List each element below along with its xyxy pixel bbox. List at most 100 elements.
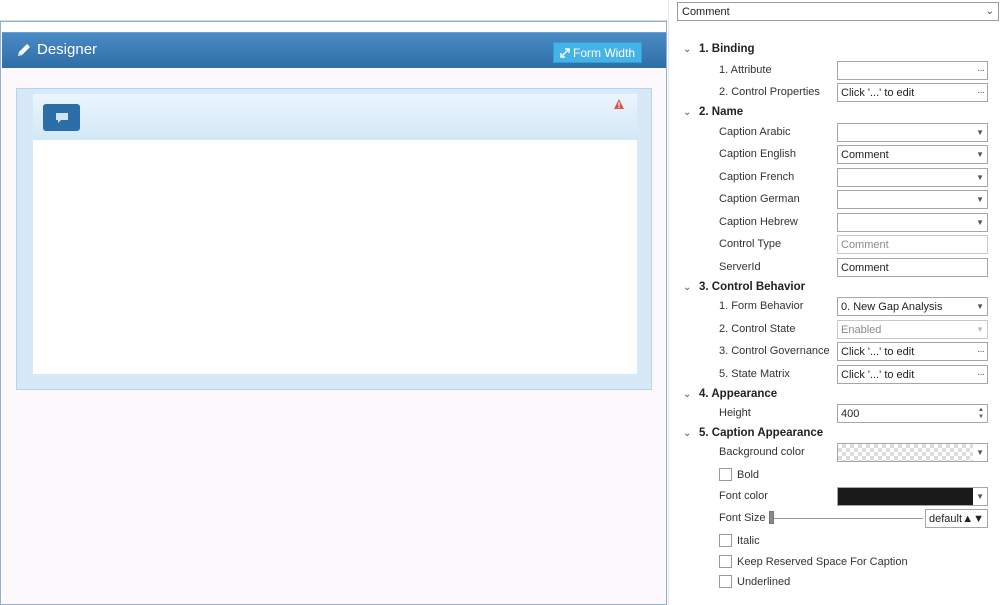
italic-option[interactable]: Italic [719,534,760,547]
form-behavior-field[interactable]: 0. New Gap Analysis ▼ [837,297,988,316]
designer-title: Designer [16,41,97,58]
dropdown-arrow-icon: ▼ [976,448,984,457]
reserved-space-option[interactable]: Keep Reserved Space For Caption [719,555,908,568]
collapse-caret-icon: ⌄ [683,388,692,400]
spinner-icon[interactable]: ▲▼ [962,513,984,525]
height-field[interactable]: 400 ▲ ▼ [837,404,988,423]
field-value: Enabled [841,323,882,336]
collapse-caret-icon: ⌄ [683,106,692,118]
underlined-checkbox[interactable] [719,575,732,588]
prop-label: 1. Form Behavior [719,300,804,312]
prop-label: 2. Control State [719,323,796,335]
form-width-button[interactable]: Form Width [552,42,642,63]
underlined-label: Underlined [737,575,791,588]
prop-control-governance: 3. Control Governance Click '...' to edi… [719,342,989,361]
control-properties-field[interactable]: Click '...' to edit ··· [837,83,988,102]
pencil-ruler-icon [18,43,30,56]
dropdown-arrow-icon: ▼ [976,492,984,501]
state-matrix-field[interactable]: Click '...' to edit ··· [837,365,988,384]
prop-server-id: ServerId Comment [719,258,989,277]
collapse-caret-icon: ⌄ [683,281,692,293]
comment-control[interactable] [16,88,652,390]
bold-option[interactable]: Bold [719,468,759,481]
field-value: Comment [841,148,889,161]
underlined-option[interactable]: Underlined [719,575,790,588]
prop-label: 5. State Matrix [719,368,790,380]
attribute-field[interactable]: ··· [837,61,988,80]
prop-label: Caption English [719,148,797,160]
italic-label: Italic [737,534,760,547]
prop-background-color: Background color ▼ [719,443,989,462]
field-value: Comment [841,261,889,274]
section-name[interactable]: ⌄ 2. Name [683,106,743,118]
dropdown-arrow-icon: ▼ [976,173,984,182]
prop-height: Height 400 ▲ ▼ [719,404,989,423]
background-color-field[interactable]: ▼ [837,443,988,462]
bold-label: Bold [737,468,760,481]
property-grid: Comment ⌄ ⌄ 1. Binding 1. Attribute ··· … [668,0,1000,605]
control-governance-field[interactable]: Click '...' to edit ··· [837,342,988,361]
prop-label: Caption Hebrew [719,216,798,228]
ellipsis-icon[interactable]: ··· [977,87,985,98]
font-size-slider-thumb[interactable] [769,511,774,524]
ellipsis-icon[interactable]: ··· [977,369,985,380]
italic-checkbox[interactable] [719,534,732,547]
prop-control-type: Control Type Comment [719,235,989,254]
dropdown-arrow-icon: ▼ [976,195,984,204]
section-control-behavior[interactable]: ⌄ 3. Control Behavior [683,281,805,293]
spinner-icon[interactable]: ▲▼ [978,407,984,421]
prop-font-color: Font color ▼ [719,487,989,506]
font-size-field[interactable]: default ▲▼ [925,509,988,528]
prop-caption-arabic: Caption Arabic ▼ [719,123,989,142]
prop-label: Control Type [719,238,782,250]
comment-control-header [33,94,637,140]
server-id-field[interactable]: Comment [837,258,988,277]
field-value: Click '...' to edit [841,345,915,358]
caption-english-field[interactable]: Comment ▼ [837,145,988,164]
font-size-slider-track[interactable] [773,518,923,519]
prop-label: Caption Arabic [719,126,791,138]
field-value: Click '...' to edit [841,368,915,381]
caption-french-field[interactable]: ▼ [837,168,988,187]
designer-header: Designer Form Width [2,32,666,68]
section-appearance[interactable]: ⌄ 4. Appearance [683,388,777,400]
comment-text-area[interactable] [33,140,637,374]
section-label: 1. Binding [699,43,755,55]
designer-title-text: Designer [37,41,98,58]
designer-pane: Designer Form Width [0,21,667,605]
warning-icon [614,99,624,109]
prop-label: Height [719,407,751,419]
reserved-space-checkbox[interactable] [719,555,732,568]
caption-german-field[interactable]: ▼ [837,190,988,209]
prop-label: ServerId [719,261,761,273]
field-value: Comment [841,238,889,251]
prop-font-size: Font Size default ▲▼ [719,509,989,528]
ellipsis-icon[interactable]: ··· [977,346,985,357]
section-label: 5. Caption Appearance [699,427,824,439]
designer-canvas [2,68,666,604]
caption-hebrew-field[interactable]: ▼ [837,213,988,232]
field-value: 0. New Gap Analysis [841,300,943,313]
collapse-caret-icon: ⌄ [683,43,692,55]
section-label: 3. Control Behavior [699,281,806,293]
collapse-caret-icon: ⌄ [683,427,692,439]
font-color-swatch [838,488,973,505]
section-caption-appearance[interactable]: ⌄ 5. Caption Appearance [683,427,823,439]
dropdown-arrow-icon: ▼ [976,218,984,227]
comment-button[interactable] [43,104,80,131]
ellipsis-icon[interactable]: ··· [977,65,985,76]
object-selector[interactable]: Comment ⌄ [677,2,999,21]
prop-label: Caption French [719,171,795,183]
control-type-field: Comment [837,235,988,254]
prop-state-matrix: 5. State Matrix Click '...' to edit ··· [719,365,989,384]
control-state-field: Enabled ▼ [837,320,988,339]
prop-caption-hebrew: Caption Hebrew ▼ [719,213,989,232]
font-color-field[interactable]: ▼ [837,487,988,506]
caption-arabic-field[interactable]: ▼ [837,123,988,142]
section-binding[interactable]: ⌄ 1. Binding [683,43,755,55]
bold-checkbox[interactable] [719,468,732,481]
prop-label: Background color [719,446,805,458]
prop-control-properties: 2. Control Properties Click '...' to edi… [719,83,989,102]
prop-form-behavior: 1. Form Behavior 0. New Gap Analysis ▼ [719,297,989,316]
top-strip [0,0,667,21]
